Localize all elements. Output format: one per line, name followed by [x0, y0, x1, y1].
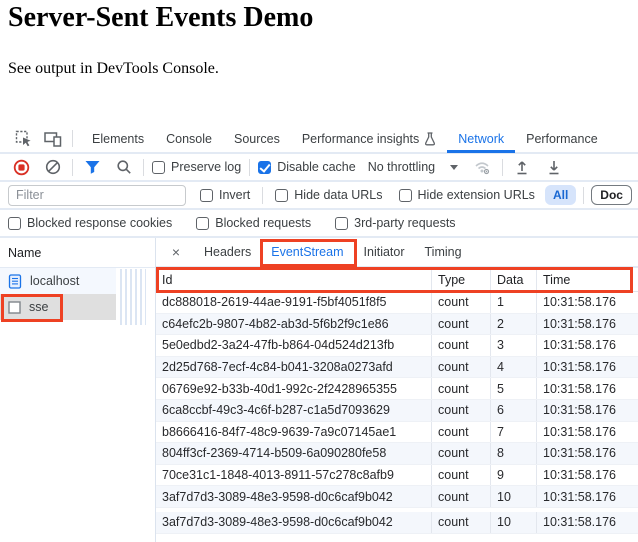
eventstream-row[interactable]: 6ca8ccbf-49c3-4c6f-b287-c1a5d7093629 coun…: [156, 399, 638, 422]
filter-all-button[interactable]: All: [544, 185, 577, 205]
checkbox-unchecked[interactable]: [196, 216, 210, 230]
request-row-sse[interactable]: sse: [0, 294, 116, 320]
name-column-header[interactable]: Name: [0, 238, 155, 268]
checkbox-unchecked[interactable]: [152, 160, 165, 174]
checkbox-unchecked[interactable]: [275, 188, 289, 202]
checkbox-unchecked[interactable]: [200, 188, 213, 202]
eventstream-row[interactable]: 2d25d768-7ecf-4c84-b041-3208a0273afd coun…: [156, 356, 638, 379]
document-icon: [8, 273, 22, 289]
eventstream-row[interactable]: 3af7d7d3-3089-48e3-9598-d0c6caf9b042 coun…: [156, 486, 638, 508]
column-header-time[interactable]: Time: [537, 268, 638, 291]
waterfall-gridlines: [120, 269, 146, 325]
detail-tab-headers[interactable]: Headers: [194, 238, 261, 267]
screen: Server-Sent Events Demo See output in De…: [0, 0, 638, 542]
filter-input[interactable]: [8, 184, 186, 206]
preserve-log-checkbox[interactable]: Preserve log: [152, 160, 241, 174]
eventstream-row[interactable]: c64efc2b-9807-4b82-ab3d-5f6b2f9c1e86 coun…: [156, 313, 638, 336]
inspect-element-icon[interactable]: [12, 128, 34, 150]
options-bar: Blocked response cookies Blocked request…: [0, 210, 638, 238]
record-button[interactable]: [10, 156, 32, 178]
network-toolbar: Preserve log Disable cache No throttling: [0, 154, 638, 182]
disable-cache-checkbox[interactable]: Disable cache: [258, 160, 356, 174]
clear-button[interactable]: [42, 156, 64, 178]
eventstream-row[interactable]: 804ff3cf-2369-4714-b509-6a090280fe58 coun…: [156, 443, 638, 465]
close-icon[interactable]: ×: [166, 244, 186, 260]
filter-doc-button[interactable]: Doc: [591, 185, 632, 205]
tab-elements[interactable]: Elements: [81, 124, 155, 153]
detail-tabstrip: × Headers EventStream Initiator Timing: [156, 238, 638, 268]
divider: [249, 158, 251, 176]
search-icon[interactable]: [113, 156, 135, 178]
filter-bar: Invert Hide data URLs Hide extension URL…: [0, 182, 638, 210]
request-row-localhost[interactable]: localhost: [0, 268, 116, 294]
tab-sources[interactable]: Sources: [223, 124, 291, 153]
eventstream-row[interactable]: 5e0edbd2-3a24-47fb-b864-04d524d213fb coun…: [156, 335, 638, 357]
eventstream-row[interactable]: 3af7d7d3-3089-48e3-9598-d0c6caf9b042 coun…: [156, 511, 638, 534]
detail-tab-timing[interactable]: Timing: [415, 238, 472, 267]
hide-extension-urls-checkbox[interactable]: Hide extension URLs: [398, 188, 535, 202]
checkbox-unchecked[interactable]: [335, 216, 349, 230]
flask-icon: [424, 131, 436, 146]
blocked-requests-checkbox[interactable]: Blocked requests: [196, 216, 311, 230]
blocked-response-cookies-checkbox[interactable]: Blocked response cookies: [8, 216, 172, 230]
page-subtitle: See output in DevTools Console.: [8, 60, 219, 77]
device-toolbar-icon[interactable]: [42, 128, 64, 150]
detail-tab-eventstream[interactable]: EventStream: [261, 238, 353, 267]
export-har-icon[interactable]: [543, 156, 565, 178]
network-content: Name localhost sse × Headers EventStream…: [0, 238, 638, 542]
divider: [72, 158, 73, 176]
filter-toggle-icon[interactable]: [81, 156, 103, 178]
divider: [72, 130, 73, 147]
checkbox-unchecked[interactable]: [398, 188, 412, 202]
page-title: Server-Sent Events Demo: [8, 2, 314, 33]
eventstream-row[interactable]: b8666416-84f7-48c9-9639-7a9c07145ae1 coun…: [156, 421, 638, 444]
devtools-tabbar: Elements Console Sources Performance ins…: [0, 125, 638, 154]
tab-performance-insights[interactable]: Performance insights: [291, 124, 447, 153]
eventstream-request-icon: [8, 300, 21, 314]
chevron-down-icon: [450, 164, 459, 170]
eventstream-row[interactable]: dc888018-2619-44ae-9191-f5bf4051f8f5 coun…: [156, 292, 638, 314]
throttling-dropdown[interactable]: No throttling: [368, 160, 459, 174]
devtools-panel: Elements Console Sources Performance ins…: [0, 125, 638, 542]
eventstream-table-header: Id Type Data Time: [156, 268, 638, 292]
request-list-sidebar: Name localhost sse: [0, 238, 156, 542]
eventstream-row[interactable]: 70ce31c1-1848-4013-8911-57c278c8afb9 coun…: [156, 464, 638, 487]
divider: [502, 158, 504, 176]
invert-checkbox[interactable]: Invert: [200, 188, 250, 202]
divider: [262, 186, 264, 204]
column-header-data[interactable]: Data: [491, 268, 537, 291]
divider: [143, 158, 144, 176]
tab-console[interactable]: Console: [155, 124, 223, 153]
detail-tab-initiator[interactable]: Initiator: [354, 238, 415, 267]
tab-network[interactable]: Network: [447, 124, 515, 153]
network-conditions-icon[interactable]: [472, 156, 494, 178]
third-party-requests-checkbox[interactable]: 3rd-party requests: [335, 216, 456, 230]
hide-data-urls-checkbox[interactable]: Hide data URLs: [275, 188, 383, 202]
column-header-type[interactable]: Type: [432, 268, 491, 291]
eventstream-rows: dc888018-2619-44ae-9191-f5bf4051f8f5 coun…: [156, 292, 638, 534]
eventstream-row[interactable]: 06769e92-b33b-40d1-992c-2f2428965355 coun…: [156, 378, 638, 400]
checkbox-unchecked[interactable]: [8, 216, 21, 230]
import-har-icon[interactable]: [511, 156, 533, 178]
checkbox-checked[interactable]: [258, 160, 272, 174]
request-detail-panel: × Headers EventStream Initiator Timing I…: [156, 238, 638, 542]
column-header-id[interactable]: Id: [156, 268, 432, 291]
tab-performance[interactable]: Performance: [515, 124, 609, 153]
divider: [583, 186, 585, 204]
